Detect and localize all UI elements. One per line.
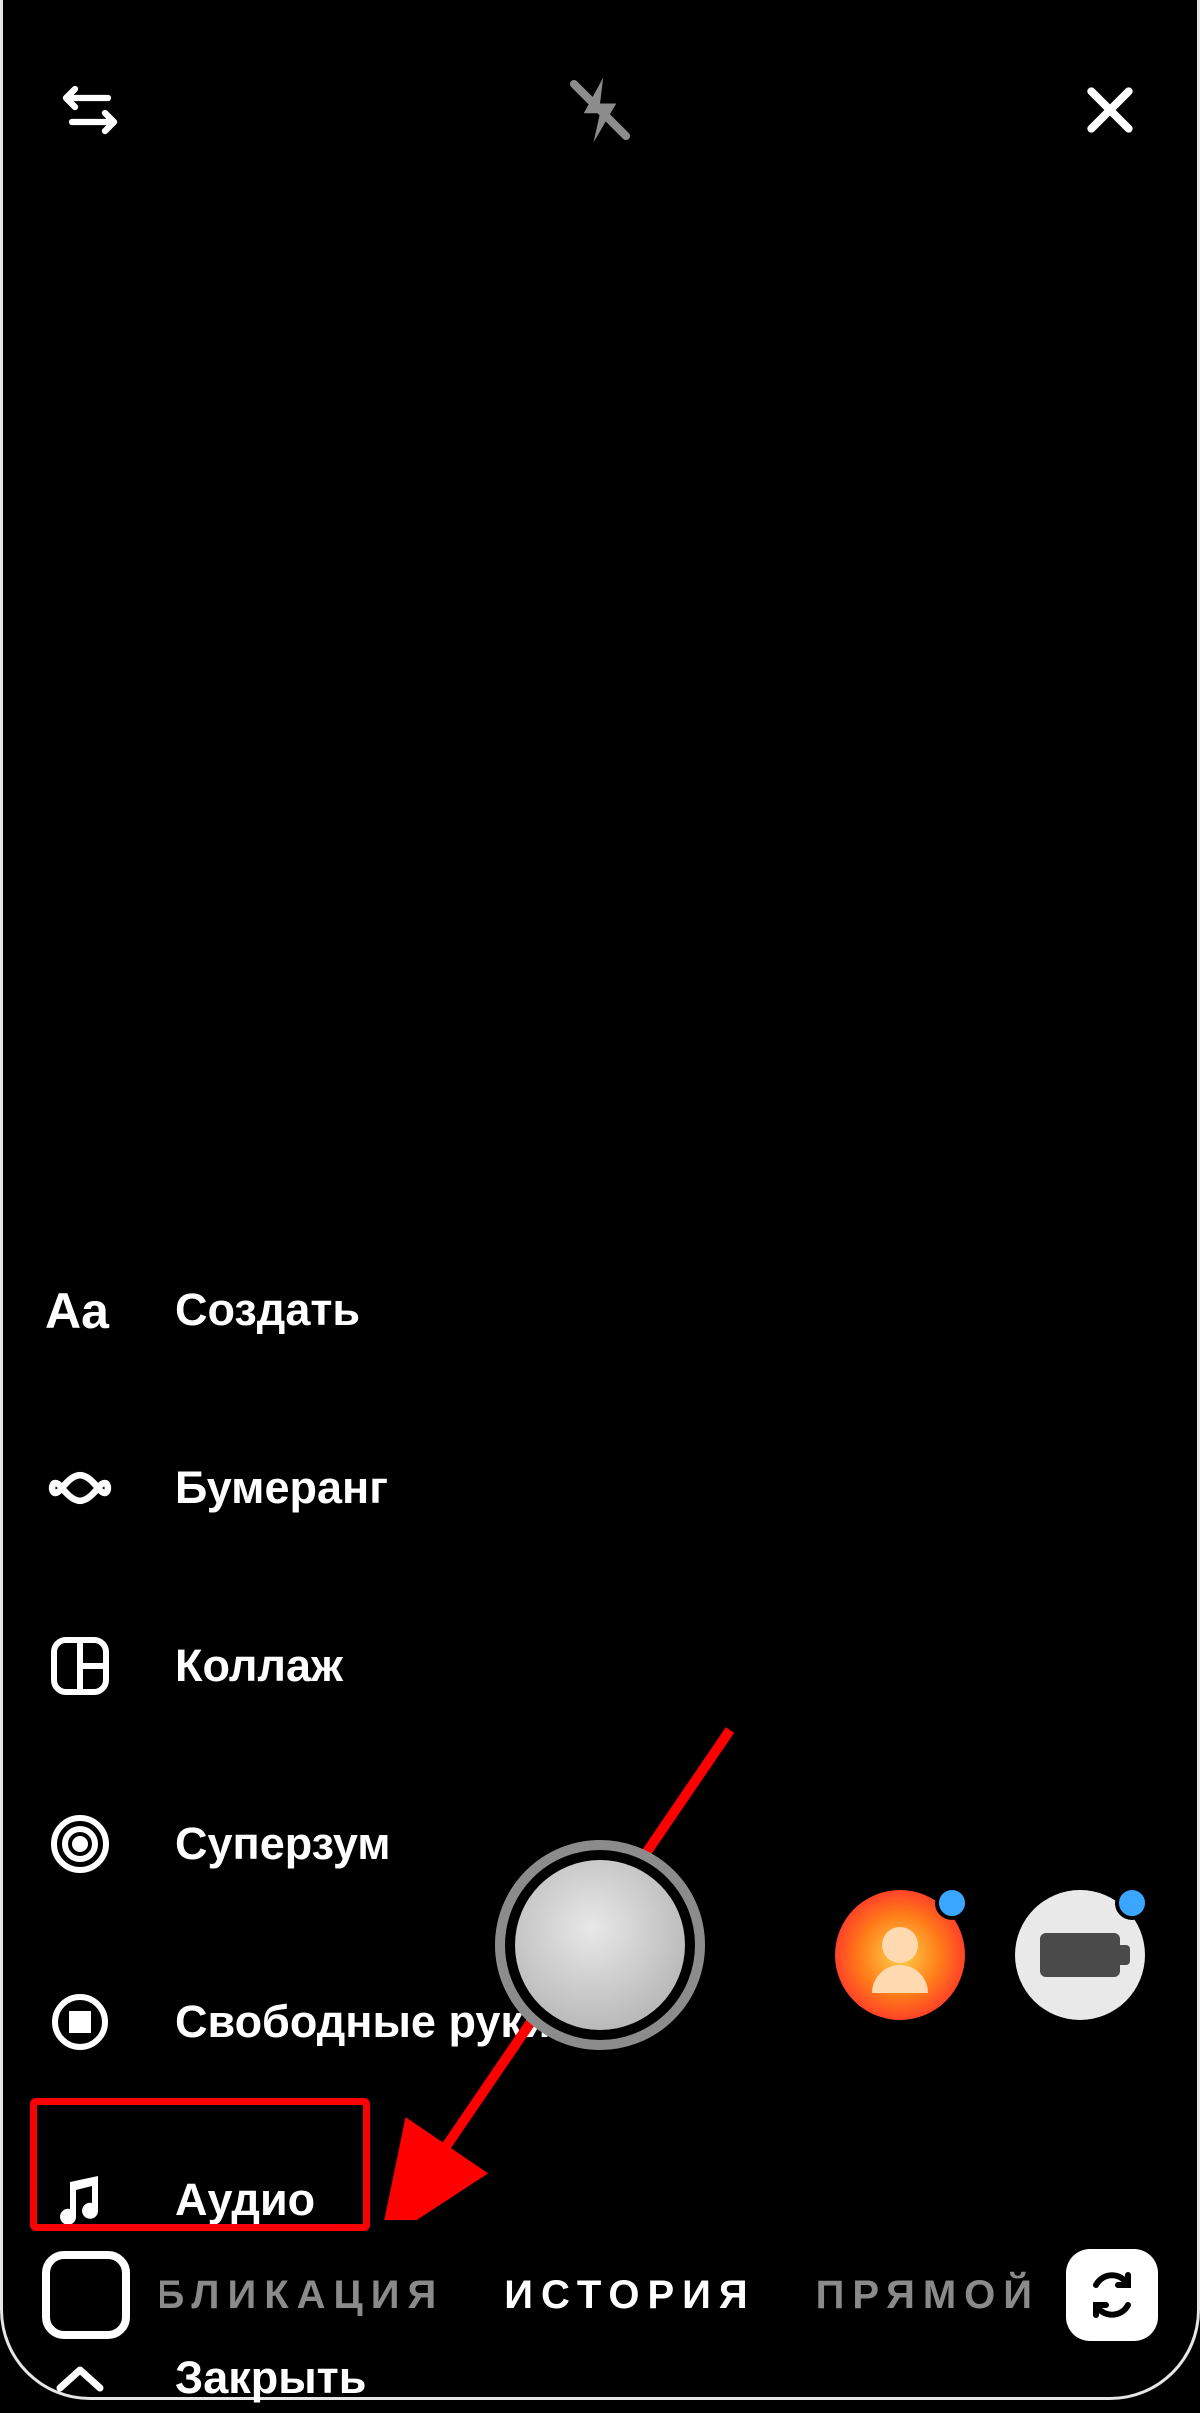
- mode-live[interactable]: ПРЯМОЙ ЭФ: [816, 2273, 1040, 2318]
- menu-item-create[interactable]: Aa Создать: [45, 1275, 551, 1345]
- effect-gun[interactable]: [1015, 1890, 1145, 2020]
- collage-icon: [45, 1631, 115, 1701]
- swap-arrows-icon[interactable]: [50, 70, 130, 150]
- menu-item-label: Коллаж: [175, 1640, 343, 1692]
- menu-item-label: Бумеранг: [175, 1462, 388, 1514]
- mode-labels: УБЛИКАЦИЯ ИСТОРИЯ ПРЯМОЙ ЭФ: [160, 2245, 1040, 2345]
- new-badge-dot: [1115, 1886, 1149, 1920]
- infinity-icon: [45, 1453, 115, 1523]
- menu-item-collage[interactable]: Коллаж: [45, 1631, 551, 1701]
- menu-item-label: Аудио: [175, 2174, 315, 2226]
- close-icon[interactable]: [1070, 70, 1150, 150]
- shutter-inner: [515, 1860, 685, 2030]
- new-badge-dot: [935, 1886, 969, 1920]
- top-bar: [0, 55, 1200, 165]
- menu-item-boomerang[interactable]: Бумеранг: [45, 1453, 551, 1523]
- gallery-button[interactable]: [42, 2251, 130, 2339]
- capture-row: [0, 1840, 1200, 2070]
- svg-text:Aa: Aa: [45, 1283, 110, 1339]
- camera-switch-button[interactable]: [1066, 2249, 1158, 2341]
- mode-strip: УБЛИКАЦИЯ ИСТОРИЯ ПРЯМОЙ ЭФ: [0, 2245, 1200, 2345]
- menu-item-label: Создать: [175, 1284, 360, 1336]
- text-aa-icon: Aa: [45, 1275, 115, 1345]
- menu-item-label: Закрыть: [175, 2352, 366, 2404]
- menu-item-audio[interactable]: Аудио: [45, 2165, 551, 2235]
- music-note-icon: [45, 2165, 115, 2235]
- mode-story[interactable]: ИСТОРИЯ: [504, 2273, 755, 2318]
- menu-item-close[interactable]: Закрыть: [45, 2343, 551, 2413]
- chevron-up-icon: [45, 2343, 115, 2413]
- flash-off-icon[interactable]: [560, 70, 640, 150]
- effect-sunburst-avatar[interactable]: [835, 1890, 965, 2020]
- gun-icon: [1040, 1933, 1120, 1977]
- mode-publication[interactable]: УБЛИКАЦИЯ: [160, 2273, 444, 2318]
- shutter-button[interactable]: [495, 1840, 705, 2050]
